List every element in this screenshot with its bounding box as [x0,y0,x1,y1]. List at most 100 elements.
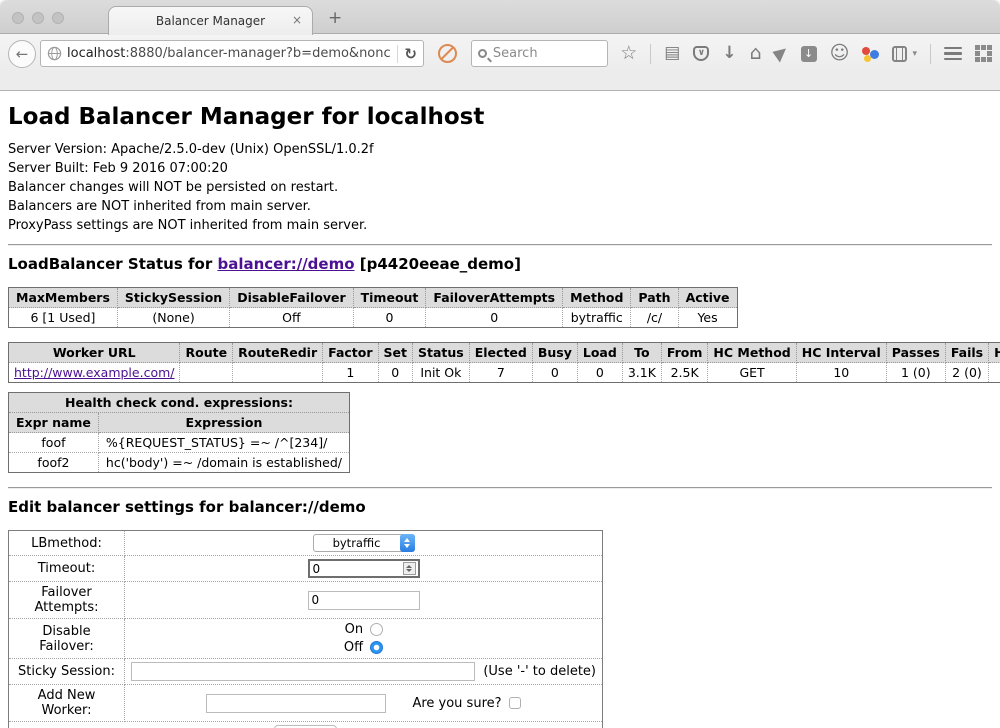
url-bar[interactable]: localhost:8880/balancer-manager?b=demo&n… [40,40,424,67]
header-cell: RouteRedir [233,343,323,363]
data-cell: 2 (0) [945,363,988,383]
form-row: Timeout: [9,556,603,582]
send-tab-icon[interactable] [772,44,790,62]
header-cell: Route [180,343,233,363]
zoom-window-button[interactable] [52,12,64,24]
data-cell: 7 [469,363,532,383]
save-to-device-icon[interactable]: ↓ [801,46,817,62]
form-row: Sticky Session: (Use '-' to delete) [9,659,603,685]
toolbar-icons: ☆ ▤ ∨ ↓ ⌂ ↓ ☺ ▾ [620,44,992,64]
expression-cell: %{REQUEST_STATUS} =~ /^[234]/ [98,433,349,453]
are-you-sure-checkbox[interactable] [509,697,521,709]
page-title: Load Balancer Manager for localhost [8,104,992,130]
data-cell: bytraffic [563,308,631,328]
header-cell: Passes [886,343,945,363]
lbmethod-select[interactable]: bytraffic [313,534,415,552]
search-field[interactable]: Search [471,40,608,67]
health-check-table: Health check cond. expressions: Expr nam… [8,392,350,473]
add-worker-input[interactable] [206,694,386,713]
form-row: Failover Attempts: [9,582,603,619]
lbmethod-label: LBmethod: [9,531,125,556]
disable-failover-on-radio[interactable] [370,623,383,636]
disable-failover-off-radio[interactable] [370,641,383,654]
header-cell: To [622,343,661,363]
content-blocked-icon[interactable] [438,44,457,63]
search-icon [478,49,487,58]
back-button[interactable]: ← [8,40,36,68]
header-cell: From [661,343,708,363]
browser-tab[interactable]: Balancer Manager × [108,6,313,35]
tab-close-icon[interactable]: × [292,13,302,27]
form-row: Disable Failover: On Off [9,619,603,659]
data-cell: GET [708,363,796,383]
failover-attempts-input[interactable] [308,591,420,610]
worker-url-link[interactable]: http://www.example.com/ [14,365,174,380]
site-identity-globe-icon[interactable] [47,46,62,61]
server-version-line: Server Version: Apache/2.5.0-dev (Unix) … [8,140,992,159]
data-cell: 1 (0) [886,363,945,383]
extension-colored-dots-icon[interactable] [862,46,879,62]
header-cell: Fails [945,343,988,363]
reload-icon[interactable]: ↻ [404,45,417,63]
new-tab-button[interactable]: + [328,8,342,28]
select-stepper-icon [400,534,415,552]
tab-title: Balancer Manager [156,14,265,28]
table-row: foof2 hc('body') =~ /domain is establish… [9,453,350,473]
failover-attempts-label: Failover Attempts: [9,582,125,619]
header-cell: Path [631,288,678,308]
balancer-demo-link[interactable]: balancer://demo [217,255,354,273]
data-cell [989,363,1000,383]
divider [8,487,992,489]
header-cell: FailoverAttempts [426,288,563,308]
minimize-window-button[interactable] [32,12,44,24]
balancer-status-heading: LoadBalancer Status for balancer://demo … [8,255,992,273]
close-window-button[interactable] [12,12,24,24]
header-cell: HC Method [708,343,796,363]
navigation-toolbar: ← localhost:8880/balancer-manager?b=demo… [0,34,1000,73]
toolbar-separator [650,44,651,64]
data-cell: Init Ok [413,363,470,383]
number-spinner-icon[interactable] [403,562,416,575]
sticky-session-hint: (Use '-' to delete) [483,664,596,679]
data-cell: (None) [117,308,229,328]
header-cell: Timeout [353,288,426,308]
header-cell: Worker URL [9,343,180,363]
header-cell: Status [413,343,470,363]
data-cell: Off [230,308,353,328]
header-cell: Set [378,343,412,363]
timeout-label: Timeout: [9,556,125,582]
bookmark-star-icon[interactable]: ☆ [620,44,637,63]
are-you-sure-label: Are you sure? [412,696,501,711]
add-new-worker-label: Add New Worker: [9,685,125,722]
pocket-icon[interactable]: ∨ [693,46,709,61]
home-icon[interactable]: ⌂ [750,44,762,63]
status-heading-prefix: LoadBalancer Status for [8,255,217,273]
balancer-settings-form: LBmethod: bytraffic Timeout: [8,530,603,728]
container-dropdown-caret-icon[interactable]: ▾ [912,49,917,59]
data-cell: 0 [353,308,426,328]
form-row: Add New Worker: Are you sure? [9,685,603,722]
header-cell: Method [563,288,631,308]
reading-list-icon[interactable]: ▤ [664,45,680,62]
expression-cell: hc('body') =~ /domain is established/ [98,453,349,473]
downloads-icon[interactable]: ↓ [722,45,736,62]
data-cell: 0 [532,363,577,383]
notice-line: Balancers are NOT inherited from main se… [8,197,992,216]
container-tabs-icon[interactable] [892,46,907,62]
notice-line: Balancer changes will NOT be persisted o… [8,178,992,197]
grid-icon[interactable] [975,45,992,62]
header-cell: Load [577,343,622,363]
sticky-session-input[interactable] [131,662,475,681]
data-cell: 0 [378,363,412,383]
url-path: :8880/balancer-manager?b=demo&nonce=decc… [125,46,391,61]
header-cell: HC Interval [796,343,886,363]
data-cell [233,363,323,383]
browser-window: Balancer Manager × + ← localhost:8880/ba… [0,0,1000,728]
worker-table: Worker URL Route RouteRedir Factor Set S… [8,342,1000,383]
data-cell: 1 [323,363,378,383]
feedback-smiley-icon[interactable]: ☺ [830,44,850,63]
data-cell: /c/ [631,308,678,328]
table-header-row: MaxMembers StickySession DisableFailover… [9,288,738,308]
disable-failover-label: Disable Failover: [9,619,125,659]
menu-hamburger-icon[interactable] [944,47,962,61]
